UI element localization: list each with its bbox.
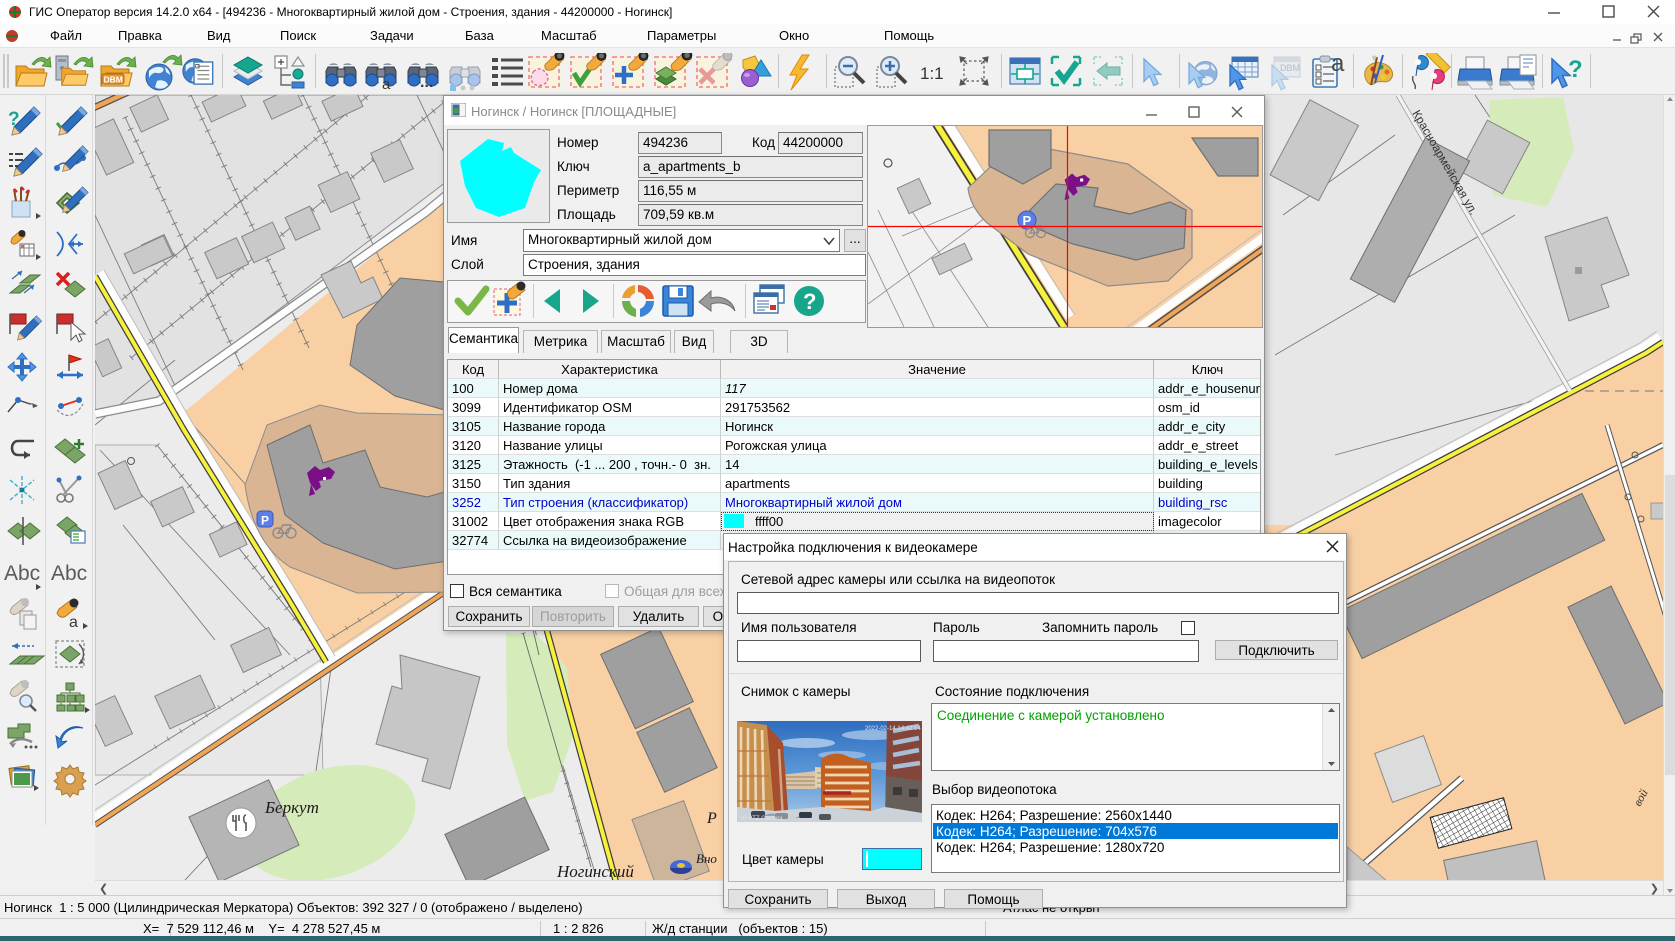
svg-text:Р: Р xyxy=(706,810,717,827)
svg-text:P: P xyxy=(1023,213,1032,228)
svg-text:Вно: Вно xyxy=(696,851,717,866)
svg-text:Беркут: Беркут xyxy=(264,798,319,817)
svg-text:a: a xyxy=(69,614,78,631)
svg-text:DBM: DBM xyxy=(1280,63,1300,73)
svg-text:Ногинский: Ногинский xyxy=(556,862,634,880)
svg-text:?: ? xyxy=(803,289,816,314)
svg-text:DBM: DBM xyxy=(104,75,123,85)
svg-text:2022-02-14 14:42:14: 2022-02-14 14:42:14 xyxy=(865,726,921,732)
svg-text:Abc: Abc xyxy=(51,562,87,585)
svg-text:a: a xyxy=(1331,53,1345,77)
svg-text:?: ? xyxy=(1568,56,1583,83)
svg-text:IP PTZ Camera: IP PTZ Camera xyxy=(741,816,783,822)
svg-text:1:1: 1:1 xyxy=(920,64,944,83)
svg-text:a: a xyxy=(382,76,391,91)
svg-text:...: ... xyxy=(420,74,433,91)
svg-text:P: P xyxy=(261,514,269,528)
svg-text:Abc: Abc xyxy=(4,562,40,585)
